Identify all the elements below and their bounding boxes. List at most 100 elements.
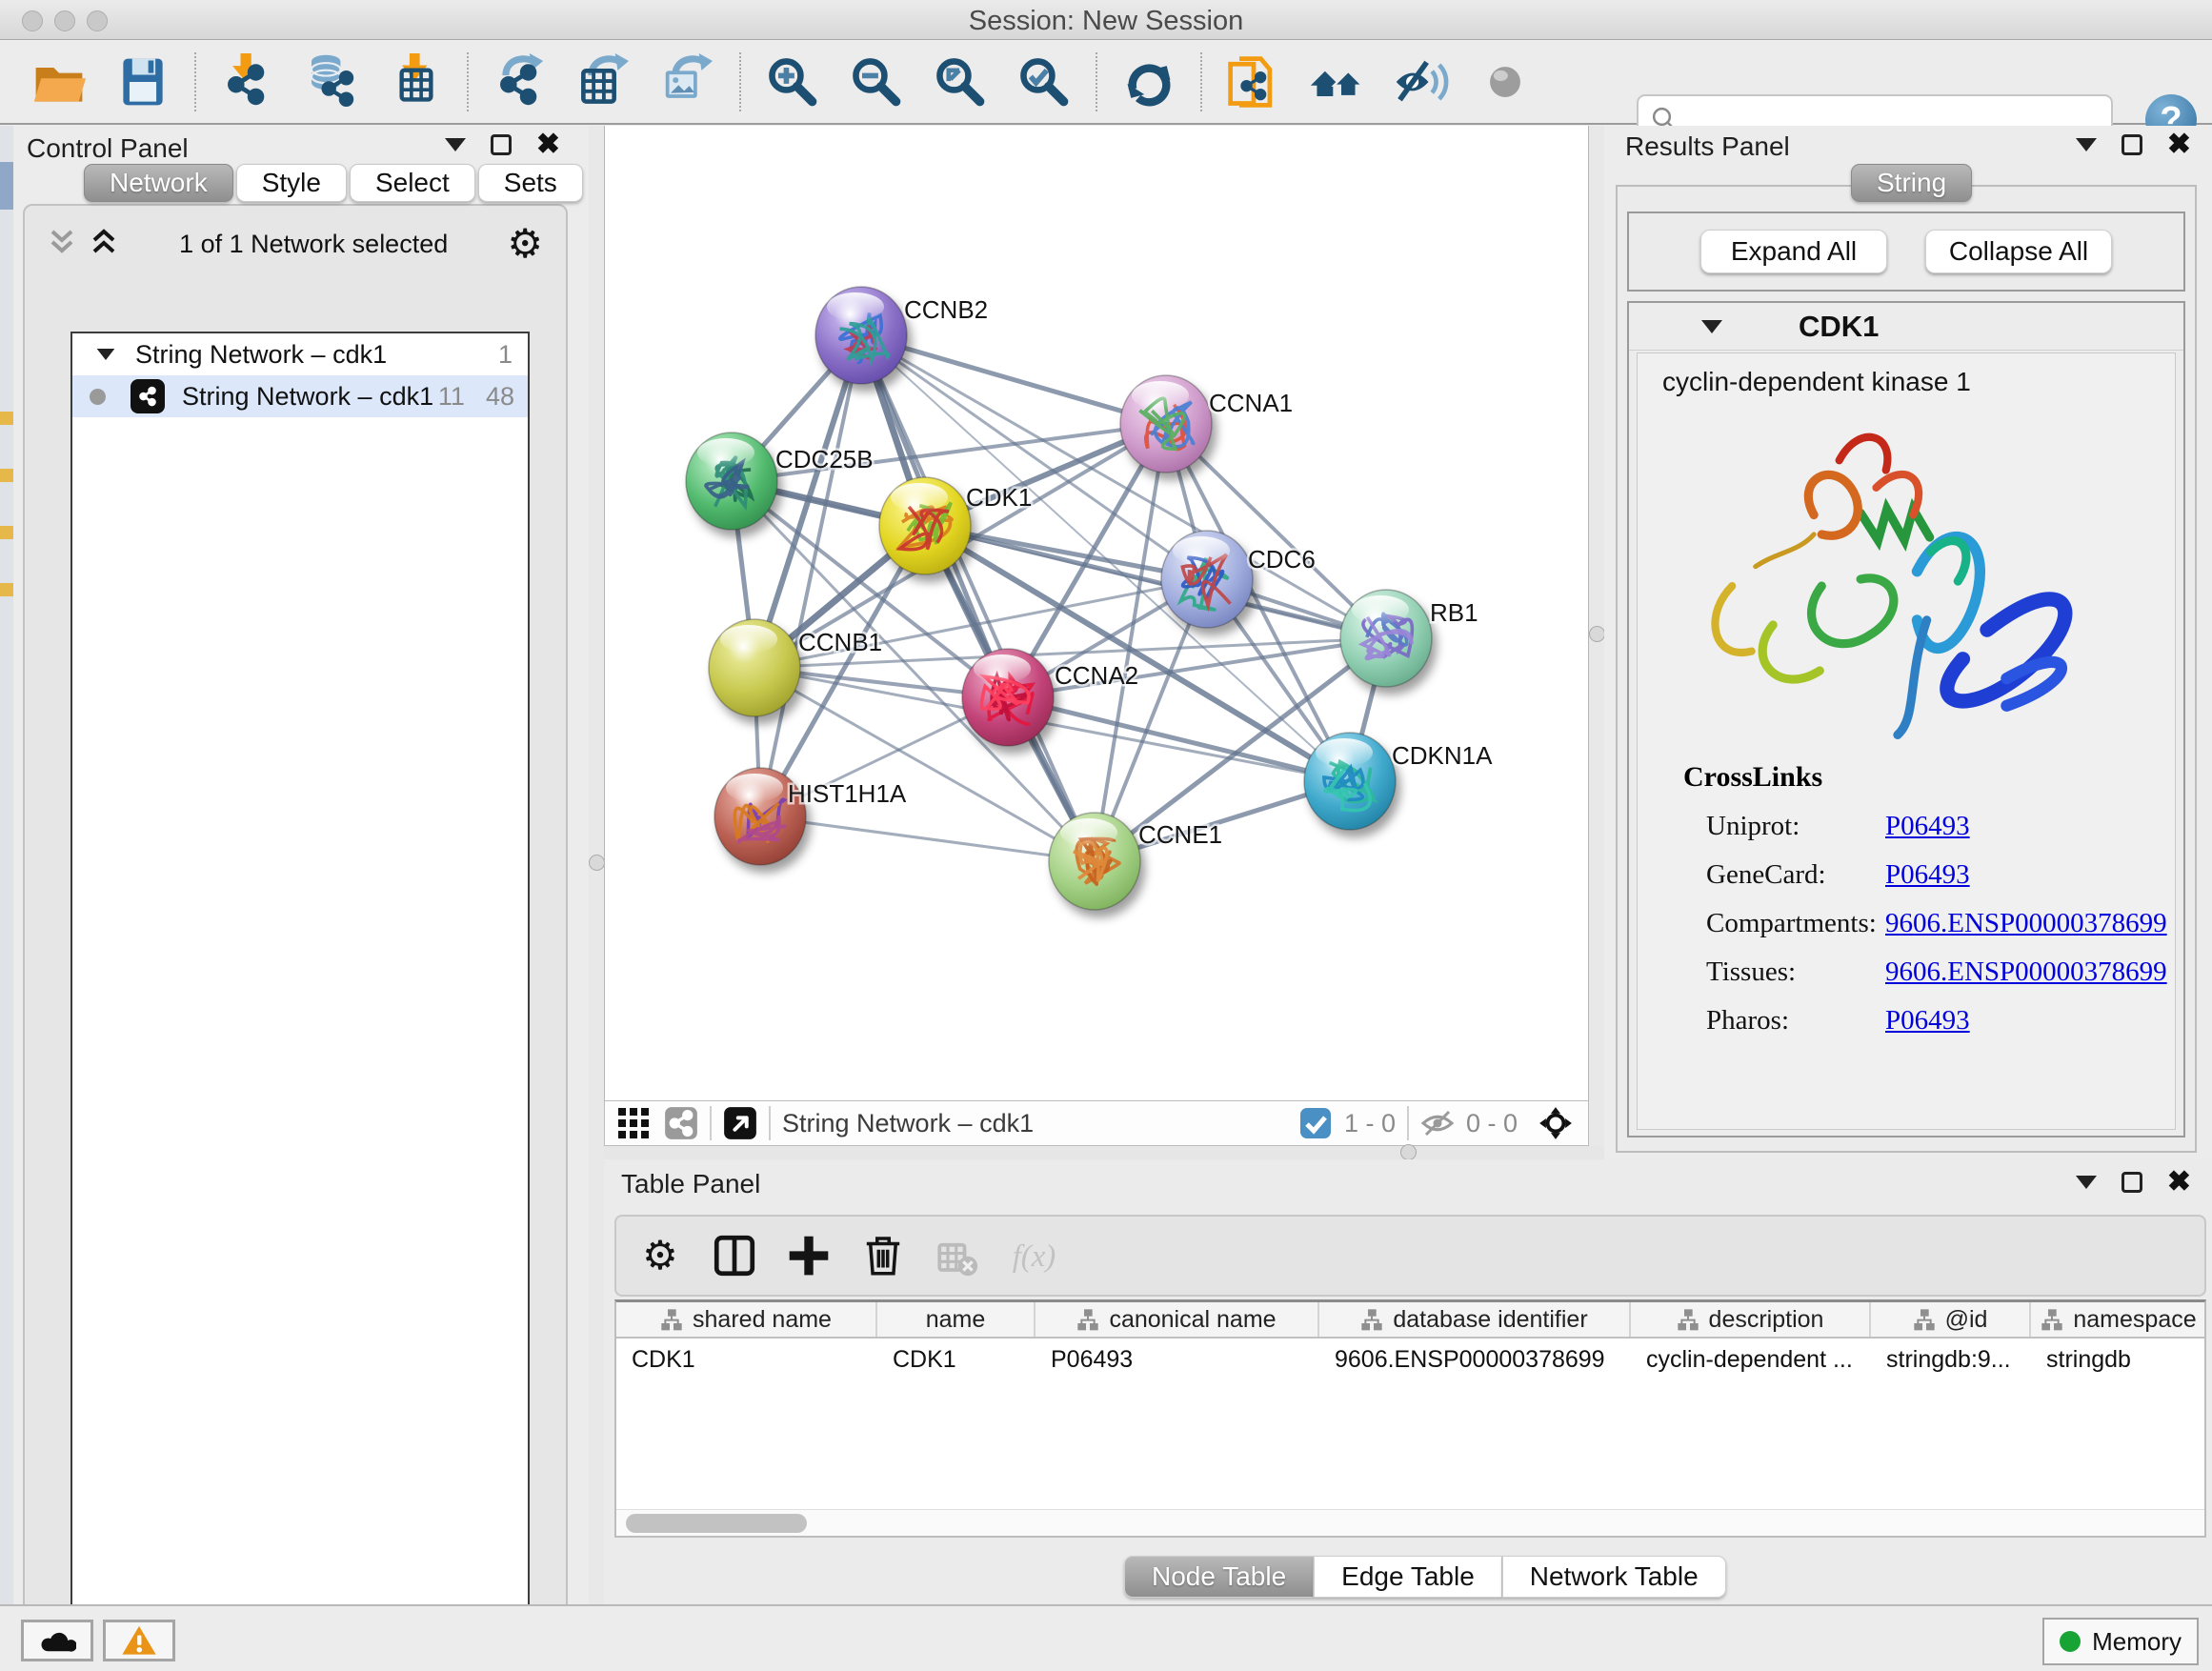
- node-RB1[interactable]: RB1: [1340, 590, 1478, 687]
- column-header-canonical-name[interactable]: canonical name: [1036, 1302, 1319, 1337]
- close-panel-icon[interactable]: ✖: [536, 134, 560, 155]
- refresh-view-button[interactable]: [1115, 48, 1183, 116]
- table-cell: stringdb: [2031, 1339, 2206, 1380]
- panel-menu-icon[interactable]: [445, 138, 466, 151]
- import-database-icon: [303, 53, 360, 111]
- open-network-from-file-icon: [1225, 53, 1282, 111]
- entry-expander-icon[interactable]: [1701, 320, 1722, 333]
- column-header-shared-name[interactable]: shared name: [616, 1302, 877, 1337]
- import-table-button[interactable]: [381, 48, 450, 116]
- column-header--id[interactable]: @id: [1871, 1302, 2031, 1337]
- edge-CCNB2-CCNA1[interactable]: [861, 335, 1166, 424]
- expand-all-icon[interactable]: [88, 226, 120, 263]
- node-entry-header[interactable]: CDK1: [1629, 303, 2183, 351]
- collapse-all-icon[interactable]: [46, 226, 78, 263]
- node-CCNA2[interactable]: CCNA2: [962, 649, 1138, 746]
- panel-menu-icon[interactable]: [2076, 1176, 2097, 1189]
- hide-graphics-details-button[interactable]: [1387, 48, 1456, 116]
- crosslink-link[interactable]: 9606.ENSP00000378699: [1885, 956, 2167, 987]
- delete-columns-trash-button[interactable]: [853, 1225, 914, 1286]
- open-network-from-file-button[interactable]: [1219, 48, 1288, 116]
- tab-network[interactable]: Network: [84, 164, 233, 202]
- export-table-button[interactable]: [570, 48, 638, 116]
- node-CCNB2[interactable]: CCNB2: [815, 287, 988, 384]
- crosslink-link[interactable]: P06493: [1885, 811, 1970, 841]
- tab-string[interactable]: String: [1851, 164, 1972, 202]
- float-panel-icon[interactable]: [491, 134, 512, 155]
- tab-select[interactable]: Select: [350, 164, 475, 202]
- left-splitter-handle[interactable]: [589, 855, 605, 871]
- table-settings-gear-button[interactable]: ⚙: [630, 1225, 691, 1286]
- tab-sets[interactable]: Sets: [478, 164, 583, 202]
- open-in-new-window-icon[interactable]: [723, 1106, 757, 1140]
- network-row[interactable]: String Network – cdk1 11 48: [72, 375, 528, 417]
- memory-label: Memory: [2092, 1627, 2182, 1657]
- table-type-tabs: Node TableEdge TableNetwork Table: [1124, 1556, 1726, 1598]
- panel-menu-icon[interactable]: [2076, 138, 2097, 151]
- export-network-button[interactable]: [486, 48, 554, 116]
- close-panel-icon[interactable]: ✖: [2167, 1172, 2191, 1193]
- table-cell: stringdb:9...: [1871, 1339, 2031, 1380]
- tab-network-table[interactable]: Network Table: [1502, 1556, 1726, 1598]
- create-column-plus-button[interactable]: [778, 1225, 839, 1286]
- warnings-button[interactable]: [103, 1620, 175, 1661]
- export-image-button[interactable]: [654, 48, 722, 116]
- node-CDC25B[interactable]: CDC25B: [686, 433, 874, 530]
- left-splitter[interactable]: [589, 126, 604, 1604]
- network-collection-row[interactable]: String Network – cdk1 1: [72, 333, 528, 375]
- node-CDK1[interactable]: CDK1: [879, 477, 1032, 574]
- table-row[interactable]: CDK1CDK1P064939606.ENSP00000378699cyclin…: [616, 1339, 2204, 1380]
- save-session-button[interactable]: [109, 48, 177, 116]
- node-CDKN1A[interactable]: CDKN1A: [1304, 733, 1493, 830]
- zoom-out-button[interactable]: [842, 48, 911, 116]
- node-HIST1H1A[interactable]: HIST1H1A: [714, 768, 907, 865]
- fit-selected-move-icon[interactable]: [1538, 1106, 1573, 1140]
- edge-HIST1H1A-CCNE1[interactable]: [760, 816, 1095, 861]
- network-options-gear-icon[interactable]: ⚙: [507, 227, 543, 261]
- column-tree-icon: [2041, 1307, 2063, 1332]
- float-panel-icon[interactable]: [2122, 1172, 2142, 1193]
- expand-all-button[interactable]: Expand All: [1700, 230, 1887, 273]
- column-header-database-identifier[interactable]: database identifier: [1319, 1302, 1631, 1337]
- edge-CCNB2-HIST1H1A[interactable]: [760, 335, 861, 816]
- horizontal-splitter-handle[interactable]: [1400, 1144, 1417, 1160]
- import-database-button[interactable]: [297, 48, 366, 116]
- table-panel: Table Panel ✖ ⚙f(x) shared namenamecanon…: [604, 1159, 2212, 1604]
- network-canvas[interactable]: CCNB2 CCNA1 CDC25B CDK1 CDC6 RB1: [604, 126, 1589, 1100]
- share-view-icon[interactable]: [664, 1106, 698, 1140]
- collapse-all-button[interactable]: Collapse All: [1925, 230, 2112, 273]
- scrollbar-thumb[interactable]: [626, 1514, 807, 1533]
- column-header-namespace[interactable]: namespace: [2031, 1302, 2206, 1337]
- crosslink-link[interactable]: P06493: [1885, 1005, 1970, 1036]
- memory-button[interactable]: Memory: [2042, 1618, 2199, 1665]
- network-overview-home-button[interactable]: [1303, 48, 1372, 116]
- node-table[interactable]: shared namenamecanonical namedatabase id…: [614, 1299, 2206, 1538]
- import-network-button[interactable]: [213, 48, 282, 116]
- column-header-name[interactable]: name: [877, 1302, 1036, 1337]
- tab-style[interactable]: Style: [236, 164, 347, 202]
- tab-edge-table[interactable]: Edge Table: [1314, 1556, 1502, 1598]
- column-header-description[interactable]: description: [1631, 1302, 1871, 1337]
- right-splitter-handle[interactable]: [1589, 626, 1605, 642]
- zoom-selected-region-button[interactable]: [1010, 48, 1078, 116]
- cloud-tasks-button[interactable]: [21, 1620, 93, 1661]
- selected-checkbox-icon[interactable]: [1298, 1106, 1333, 1140]
- show-graphics-preview-button[interactable]: [1471, 48, 1539, 116]
- birds-eye-grid-icon[interactable]: [616, 1106, 651, 1140]
- crosslink-link[interactable]: P06493: [1885, 859, 1970, 890]
- tab-node-table[interactable]: Node Table: [1124, 1556, 1314, 1598]
- zoom-in-button[interactable]: [758, 48, 827, 116]
- table-horizontal-scrollbar[interactable]: [616, 1509, 2204, 1536]
- crosslink-link[interactable]: 9606.ENSP00000378699: [1885, 908, 2167, 938]
- close-panel-icon[interactable]: ✖: [2167, 134, 2191, 155]
- node-CCNA1[interactable]: CCNA1: [1120, 375, 1293, 473]
- show-columns-button[interactable]: [704, 1225, 765, 1286]
- network-graph[interactable]: CCNB2 CCNA1 CDC25B CDK1 CDC6 RB1: [605, 126, 1590, 1100]
- open-session-folder-button[interactable]: [25, 48, 93, 116]
- column-tree-icon: [1076, 1307, 1099, 1332]
- float-panel-icon[interactable]: [2122, 134, 2142, 155]
- zoom-fit-content-button[interactable]: [926, 48, 995, 116]
- control-panel-tabs: NetworkStyleSelectSets: [84, 164, 586, 202]
- collection-expander-icon[interactable]: [97, 349, 115, 360]
- column-header-label: @id: [1945, 1306, 1988, 1334]
